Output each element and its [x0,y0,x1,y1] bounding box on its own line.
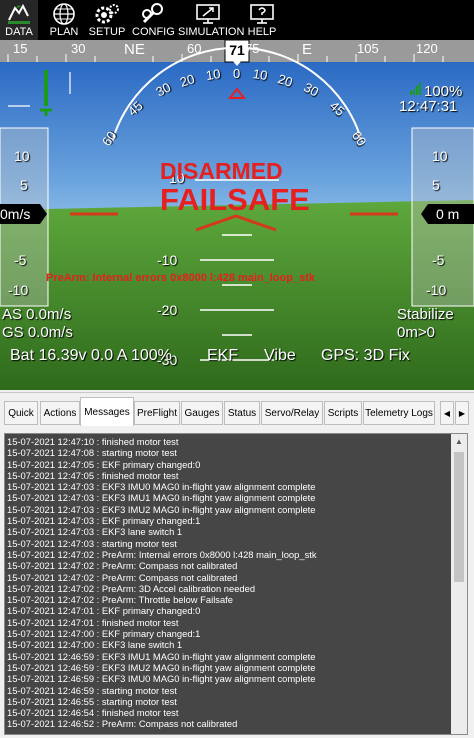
vibe-status[interactable]: Vibe [264,347,296,365]
menu-help-label: HELP [247,26,277,38]
hud-display[interactable]: 15 30 NE 60 75 E 105 120 71 60 45 30 20 … [0,40,474,390]
heading-tick: 105 [357,41,379,56]
message-row: 15-07-2021 12:47:00 : EKF primary change… [7,628,201,640]
message-row: 15-07-2021 12:47:00 : EKF3 lane switch 1 [7,639,183,651]
message-row: 15-07-2021 12:47:03 : EKF3 IMU0 MAG0 in-… [7,481,316,493]
failsafe-status: FAILSAFE [160,182,310,217]
menu-setup-label: SETUP [88,26,126,38]
roll-label: 10 [204,65,222,84]
message-row: 15-07-2021 12:47:03 : EKF3 IMU1 MAG0 in-… [7,492,316,504]
speed-scale-label: -10 [8,282,29,298]
tab-actions[interactable]: Actions [40,401,80,425]
message-row: 15-07-2021 12:47:08 : starting motor tes… [7,447,177,459]
message-row: 15-07-2021 12:46:54 : finished motor tes… [7,707,179,719]
message-row: 15-07-2021 12:47:01 : EKF primary change… [7,605,201,617]
tab-quick[interactable]: Quick [4,401,38,425]
message-row: 15-07-2021 12:46:59 : EKF3 IMU1 MAG0 in-… [7,650,316,662]
tab-preflight[interactable]: PreFlight [134,401,180,425]
tab-scroll-left[interactable]: ◀ [440,401,454,425]
message-row: 15-07-2021 12:47:03 : EKF3 lane switch 1 [7,526,183,538]
roll-label: 10 [251,65,269,84]
tab-scroll-right[interactable]: ▶ [455,401,469,425]
message-row: 15-07-2021 12:47:02 : PreArm: Internal e… [7,548,317,560]
message-list[interactable]: 15-07-2021 12:47:10 : finished motor tes… [7,436,449,732]
menu-setup[interactable]: SETUP [88,0,126,40]
gears-icon [95,4,119,24]
message-row: 15-07-2021 12:47:02 : PreArm: 3D Accel c… [7,582,256,594]
top-menu-bar: DATA PLAN SETUP CONFIG SIMULATION HELP [0,0,474,40]
menu-data[interactable]: DATA [0,0,38,40]
wrench-icon [142,3,163,24]
tab-servo-relay[interactable]: Servo/Relay [261,401,323,425]
message-row: 15-07-2021 12:46:55 : starting motor tes… [7,695,177,707]
airspeed-readout: AS 0.0m/s [2,306,72,323]
menu-config-label: CONFIG [132,26,175,38]
speed-scale-label: 5 [20,177,28,193]
message-row: 15-07-2021 12:47:10 : finished motor tes… [7,436,179,447]
menu-simulation-label: SIMULATION [178,26,245,38]
roll-label: 0 [233,66,241,81]
ekf-status[interactable]: EKF [207,347,238,365]
altitude-scale-label: 10 [432,148,448,164]
armed-status: DISARMED [160,158,283,184]
menu-config[interactable]: CONFIG [132,0,175,40]
message-row: 15-07-2021 12:46:59 : EKF3 IMU0 MAG0 in-… [7,673,316,685]
message-row: 15-07-2021 12:47:02 : PreArm: Compass no… [7,571,238,583]
menu-help[interactable]: HELP [244,0,280,40]
altitude-scale-label: -10 [426,282,447,298]
message-row: 15-07-2021 12:46:52 : PreArm: Compass no… [7,718,238,730]
speed-scale-label: -5 [14,252,27,268]
message-row: 15-07-2021 12:47:03 : EKF3 IMU2 MAG0 in-… [7,503,316,515]
prearm-message: PreArm: Internal errors 0x8000 l:428 mai… [46,272,316,284]
airspeed-value: 0m/s [0,206,31,222]
menu-plan[interactable]: PLAN [46,0,82,40]
scrollbar-thumb[interactable] [454,452,464,582]
heading-value: 71 [229,42,245,58]
tab-telemetry-logs[interactable]: Telemetry Logs [363,401,435,425]
clock: 12:47:31 [399,98,458,115]
battery-status: Bat 16.39v 0.0 A 100% [10,347,172,364]
pitch-label: -10 [157,252,178,268]
pitch-label: -20 [157,302,178,318]
message-row: 15-07-2021 12:47:05 : EKF primary change… [7,458,201,470]
altitude-scale-label: 5 [432,177,440,193]
scroll-up-icon[interactable]: ▲ [451,434,467,450]
heading-tick: NE [124,41,145,58]
tab-strip: Quick Actions Messages PreFlight Gauges … [0,392,474,433]
menu-data-label: DATA [5,26,33,38]
message-row: 15-07-2021 12:47:03 : EKF primary change… [7,515,201,527]
heading-tick: 15 [13,41,28,56]
monitor-plane-icon [196,4,220,24]
speed-scale-label: 10 [14,148,30,164]
message-row: 15-07-2021 12:47:03 : starting motor tes… [7,537,177,549]
altitude-scale-label: -5 [432,252,445,268]
groundspeed-readout: GS 0.0m/s [2,324,73,341]
flight-mode: Stabilize [397,306,454,323]
message-row: 15-07-2021 12:46:59 : EKF3 IMU2 MAG0 in-… [7,661,316,673]
gps-status: GPS: 3D Fix [321,347,410,364]
tab-scripts[interactable]: Scripts [324,401,362,425]
heading-tick: 60 [187,41,202,56]
waypoint-distance: 0m>0 [397,324,435,341]
message-row: 15-07-2021 12:47:05 : finished motor tes… [7,469,179,481]
heading-tick: 120 [416,41,438,56]
heading-tick: E [302,41,313,58]
tab-gauges[interactable]: Gauges [181,401,223,425]
monitor-help-icon [250,4,274,24]
vertical-scrollbar[interactable]: ▲ [451,434,467,734]
globe-icon [53,3,75,25]
message-row: 15-07-2021 12:46:59 : starting motor tes… [7,684,177,696]
heading-tick: 30 [71,41,86,56]
messages-panel[interactable]: 15-07-2021 12:47:10 : finished motor tes… [4,433,468,735]
message-row: 15-07-2021 12:47:01 : finished motor tes… [7,616,179,628]
menu-simulation[interactable]: SIMULATION [178,0,245,40]
tab-status[interactable]: Status [224,401,260,425]
menu-plan-label: PLAN [49,26,79,38]
data-icon [8,3,30,24]
message-row: 15-07-2021 12:47:02 : PreArm: Compass no… [7,560,238,572]
tab-messages[interactable]: Messages [80,397,134,426]
altitude-value: 0 m [436,206,460,222]
message-row: 15-07-2021 12:47:02 : PreArm: Throttle b… [7,594,233,606]
